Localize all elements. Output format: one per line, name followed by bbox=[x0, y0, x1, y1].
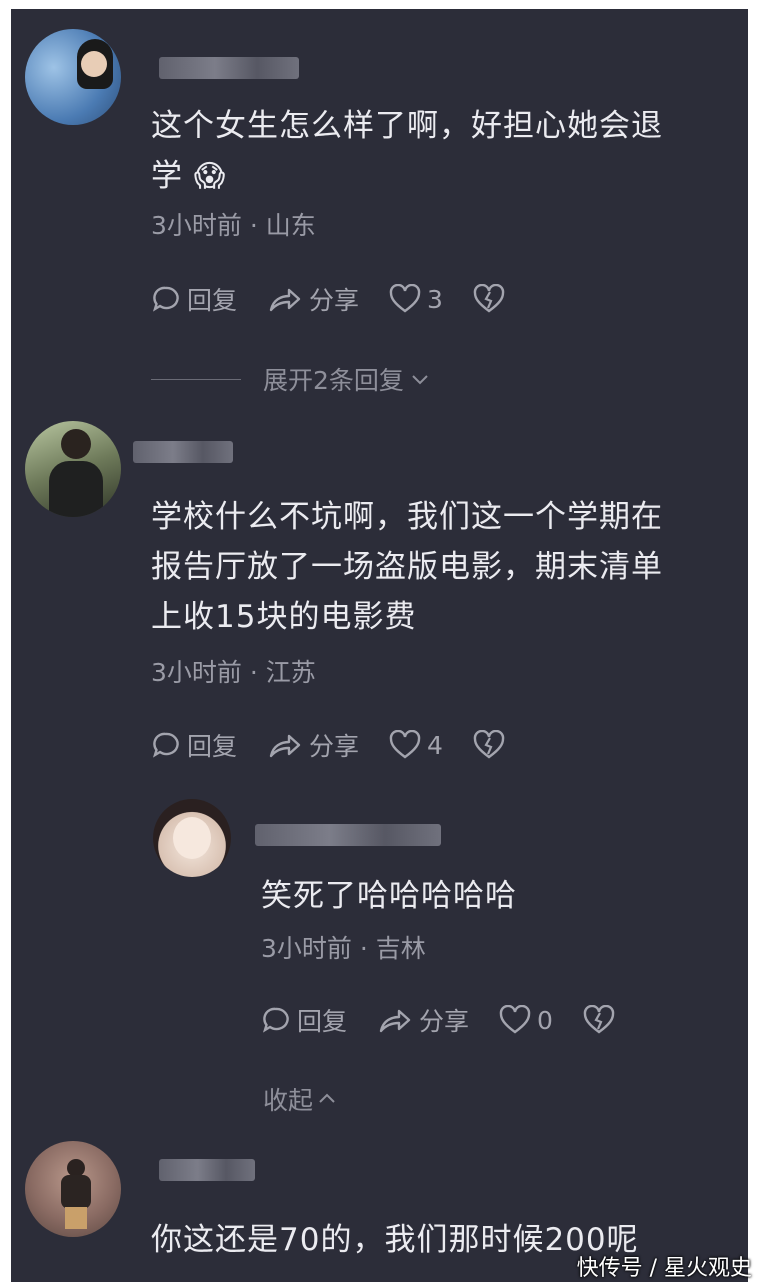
heart-icon bbox=[499, 1005, 531, 1034]
like-button[interactable]: 0 bbox=[499, 1005, 553, 1035]
share-icon bbox=[269, 288, 301, 312]
comment-actions: 回复 分享 3 bbox=[151, 281, 541, 317]
dislike-button[interactable] bbox=[473, 730, 511, 760]
like-count: 3 bbox=[427, 284, 443, 314]
broken-heart-icon bbox=[583, 1005, 615, 1034]
username-blurred bbox=[255, 824, 441, 846]
share-label: 分享 bbox=[309, 286, 360, 315]
broken-heart-icon bbox=[473, 284, 505, 313]
comment-line: 你这还是70的，我们那时候200呢 bbox=[151, 1222, 639, 1258]
reply-button[interactable]: 回复 bbox=[151, 281, 237, 317]
username-blurred bbox=[159, 1159, 255, 1181]
share-button[interactable]: 分享 bbox=[267, 727, 359, 763]
chevron-down-icon bbox=[412, 375, 428, 385]
share-icon bbox=[269, 734, 301, 758]
comment-line: 学校什么不坑啊，我们这一个学期在 bbox=[151, 499, 663, 535]
collapse-label: 收起 bbox=[263, 1086, 314, 1115]
watermark: 快传号 / 星火观史 bbox=[576, 1256, 752, 1281]
comment-meta: 3小时前 · 江苏 bbox=[151, 658, 316, 687]
reply-meta: 3小时前 · 吉林 bbox=[261, 934, 426, 963]
comment-meta: 3小时前 · 山东 bbox=[151, 211, 316, 240]
comment-text: 这个女生怎么样了啊，好担心她会退 学 😱 bbox=[151, 101, 663, 202]
divider bbox=[151, 378, 241, 380]
like-button[interactable]: 3 bbox=[389, 284, 443, 314]
like-count: 4 bbox=[427, 730, 443, 760]
comment-line: 学 😱 bbox=[151, 158, 227, 194]
comment-text: 学校什么不坑啊，我们这一个学期在 报告厅放了一场盗版电影，期末清单 上收15块的… bbox=[151, 492, 663, 642]
share-button[interactable]: 分享 bbox=[267, 281, 359, 317]
comment-line: 报告厅放了一场盗版电影，期末清单 bbox=[151, 549, 663, 585]
share-icon bbox=[379, 1009, 411, 1033]
comment-text: 你这还是70的，我们那时候200呢 bbox=[151, 1215, 639, 1265]
reply-label: 回复 bbox=[187, 732, 238, 761]
share-label: 分享 bbox=[309, 732, 360, 761]
heart-icon bbox=[389, 284, 421, 313]
reply-icon bbox=[262, 1007, 289, 1033]
expand-label: 展开2条回复 bbox=[263, 366, 404, 395]
comment-line: 上收15块的电影费 bbox=[151, 599, 417, 635]
chevron-up-icon bbox=[319, 1093, 335, 1103]
reply-actions: 回复 分享 0 bbox=[261, 1002, 651, 1038]
heart-icon bbox=[389, 730, 421, 759]
share-button[interactable]: 分享 bbox=[377, 1002, 469, 1038]
reply-label: 回复 bbox=[297, 1007, 348, 1036]
username-blurred bbox=[159, 57, 299, 79]
dislike-button[interactable] bbox=[473, 284, 511, 314]
reply-icon bbox=[152, 286, 179, 312]
dislike-button[interactable] bbox=[583, 1005, 621, 1035]
like-button[interactable]: 4 bbox=[389, 730, 443, 760]
reply-icon bbox=[152, 732, 179, 758]
reply-text: 笑死了哈哈哈哈哈 bbox=[261, 878, 517, 914]
comment-line: 这个女生怎么样了啊，好担心她会退 bbox=[151, 108, 663, 144]
like-count: 0 bbox=[537, 1005, 553, 1035]
scared-emoji-icon: 😱 bbox=[193, 159, 227, 194]
avatar[interactable] bbox=[25, 421, 121, 517]
avatar[interactable] bbox=[25, 29, 121, 125]
comment-actions: 回复 分享 4 bbox=[151, 727, 541, 763]
broken-heart-icon bbox=[473, 730, 505, 759]
reply-label: 回复 bbox=[187, 286, 238, 315]
reply-button[interactable]: 回复 bbox=[261, 1002, 347, 1038]
share-label: 分享 bbox=[419, 1007, 470, 1036]
comment-panel: 这个女生怎么样了啊，好担心她会退 学 😱 3小时前 · 山东 回复 分享 3 展… bbox=[11, 9, 748, 1282]
avatar[interactable] bbox=[25, 1141, 121, 1237]
username-blurred bbox=[133, 441, 233, 463]
reply-button[interactable]: 回复 bbox=[151, 727, 237, 763]
avatar[interactable] bbox=[153, 799, 231, 877]
expand-replies-button[interactable]: 展开2条回复 bbox=[151, 361, 432, 397]
collapse-replies-button[interactable]: 收起 bbox=[263, 1081, 339, 1117]
